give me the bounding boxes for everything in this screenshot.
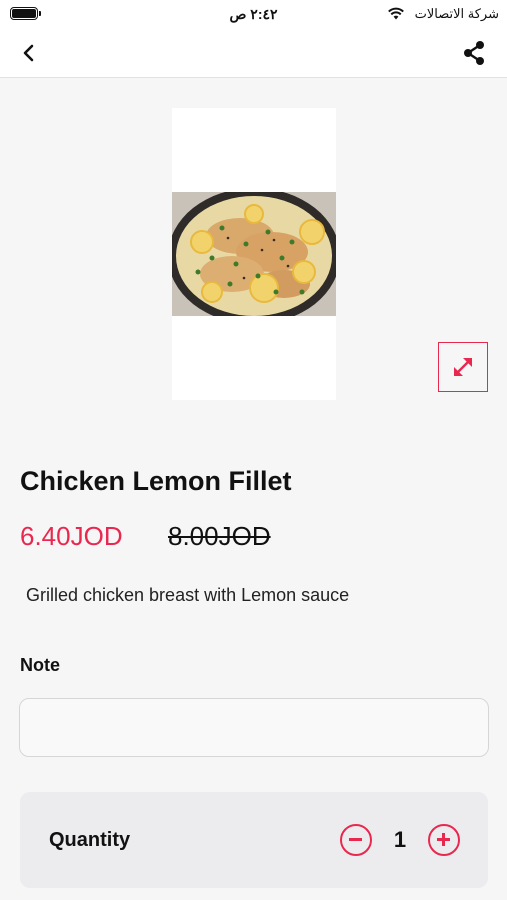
product-title: Chicken Lemon Fillet (20, 466, 292, 496)
quantity-card: Quantity 1 (20, 792, 488, 888)
nav-bar (0, 28, 507, 78)
status-bar: ٢:٤٢ ص شركة الاتصالات (0, 0, 507, 28)
note-input[interactable] (19, 698, 489, 757)
share-icon[interactable] (461, 39, 487, 67)
product-image (172, 192, 336, 316)
chevron-left-icon[interactable] (16, 40, 42, 66)
expand-image-button[interactable] (438, 342, 488, 392)
note-label: Note (20, 655, 60, 675)
product-image-card[interactable] (172, 108, 336, 400)
current-price: 6.40JOD (20, 521, 123, 551)
plus-circle-icon[interactable] (428, 824, 460, 856)
quantity-value: 1 (393, 827, 407, 852)
quantity-label: Quantity (49, 829, 131, 851)
product-description: Grilled chicken breast with Lemon sauce (26, 585, 350, 605)
carrier-name: شركة الاتصالات (414, 6, 499, 21)
wifi-icon (388, 7, 404, 20)
expand-arrows-icon (454, 358, 472, 376)
minus-circle-icon[interactable] (340, 824, 372, 856)
original-price: 8.00JOD (168, 521, 271, 551)
